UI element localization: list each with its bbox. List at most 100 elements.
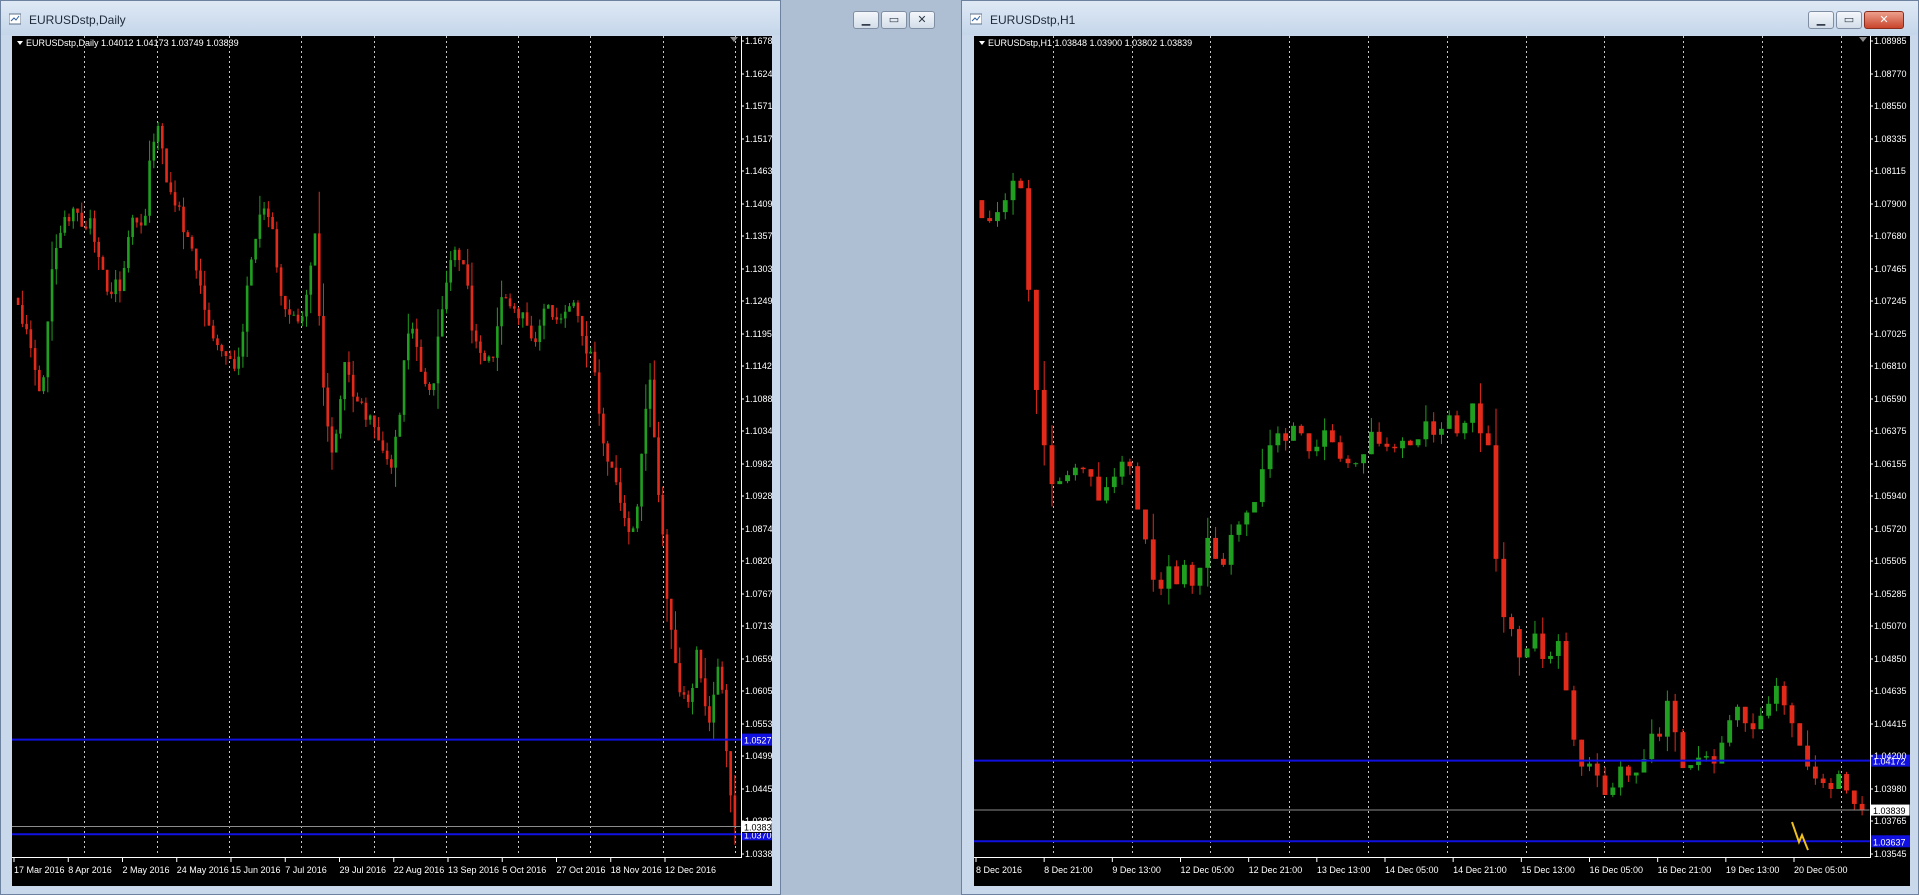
candle-body[interactable]	[1283, 433, 1289, 441]
candle-body[interactable]	[1096, 476, 1102, 501]
candle-body[interactable]	[1805, 745, 1810, 767]
candle-body[interactable]	[440, 309, 444, 337]
candle-body[interactable]	[1828, 783, 1834, 789]
candle-body[interactable]	[589, 351, 592, 354]
candle-body[interactable]	[733, 795, 737, 826]
candle-body[interactable]	[987, 218, 993, 222]
close-button[interactable]: ✕	[909, 11, 935, 29]
candle-body[interactable]	[546, 305, 550, 309]
candle-body[interactable]	[1680, 732, 1686, 769]
candle-body[interactable]	[1664, 700, 1670, 737]
candle-body[interactable]	[1275, 433, 1281, 446]
candle-body[interactable]	[619, 482, 622, 503]
candle-body[interactable]	[93, 218, 96, 242]
candle-body[interactable]	[1135, 466, 1141, 510]
candle-body[interactable]	[1548, 655, 1553, 659]
candle-body[interactable]	[177, 205, 181, 207]
candle-body[interactable]	[224, 351, 228, 357]
candle-body[interactable]	[1182, 564, 1187, 585]
candle-body[interactable]	[1415, 439, 1421, 446]
candle-body[interactable]	[122, 267, 126, 292]
candle-body[interactable]	[1672, 700, 1678, 733]
candle-body[interactable]	[1602, 775, 1608, 795]
candle-body[interactable]	[614, 467, 618, 483]
candle-body[interactable]	[1727, 720, 1733, 743]
candle-body[interactable]	[686, 694, 690, 702]
candle-body[interactable]	[33, 348, 37, 370]
candle-body[interactable]	[1540, 633, 1546, 659]
candle-body[interactable]	[258, 214, 262, 239]
candle-body[interactable]	[377, 427, 380, 441]
candle-body[interactable]	[254, 238, 257, 260]
candle-body[interactable]	[63, 217, 67, 233]
candle-body[interactable]	[580, 315, 584, 336]
close-button[interactable]: ✕	[1864, 11, 1904, 29]
candle-body[interactable]	[640, 453, 643, 507]
candle-body[interactable]	[712, 694, 715, 723]
candle-body[interactable]	[1337, 442, 1343, 459]
candle-body[interactable]	[402, 360, 406, 415]
candle-body[interactable]	[1462, 422, 1468, 434]
candle-body[interactable]	[42, 377, 45, 392]
candle-body[interactable]	[665, 534, 669, 599]
candle-body[interactable]	[568, 306, 571, 312]
candle-body[interactable]	[1127, 461, 1133, 467]
candle-body[interactable]	[593, 351, 597, 373]
candle-body[interactable]	[186, 232, 190, 238]
candle-body[interactable]	[88, 218, 92, 229]
candle-body[interactable]	[1353, 463, 1359, 465]
candle-body[interactable]	[415, 328, 419, 347]
candle-body[interactable]	[1524, 648, 1530, 658]
candle-body[interactable]	[1431, 421, 1437, 435]
candle-body[interactable]	[59, 232, 62, 248]
candle-body[interactable]	[623, 502, 626, 519]
candle-body[interactable]	[279, 267, 283, 296]
candle-body[interactable]	[237, 356, 240, 369]
candle-body[interactable]	[661, 494, 665, 535]
candle-body[interactable]	[1555, 641, 1561, 656]
maximize-button[interactable]: ▭	[1836, 11, 1862, 29]
candle-body[interactable]	[1758, 715, 1764, 730]
candle-body[interactable]	[1423, 421, 1429, 440]
candle-body[interactable]	[1376, 431, 1382, 444]
candle-body[interactable]	[1859, 803, 1865, 810]
candle-body[interactable]	[695, 649, 699, 689]
candle-body[interactable]	[491, 356, 495, 358]
candle-body[interactable]	[1470, 403, 1476, 423]
candle-body[interactable]	[25, 323, 28, 330]
candle-body[interactable]	[508, 298, 512, 307]
candle-body[interactable]	[500, 297, 503, 327]
candle-body[interactable]	[1189, 564, 1195, 586]
candle-body[interactable]	[474, 330, 478, 342]
candle-body[interactable]	[1322, 430, 1328, 447]
candle-body[interactable]	[76, 208, 79, 213]
candle-body[interactable]	[148, 160, 151, 216]
candle-body[interactable]	[1314, 446, 1320, 452]
candle-body[interactable]	[216, 338, 219, 346]
candle-body[interactable]	[428, 383, 431, 390]
candle-body[interactable]	[572, 302, 576, 307]
candle-body[interactable]	[411, 328, 414, 334]
candle-body[interactable]	[436, 336, 440, 384]
candle-body[interactable]	[1298, 425, 1304, 434]
candle-body[interactable]	[1010, 180, 1016, 201]
candle-body[interactable]	[1228, 534, 1234, 565]
candle-body[interactable]	[529, 325, 533, 339]
candle-body[interactable]	[360, 401, 363, 403]
candle-body[interactable]	[305, 294, 308, 317]
candle-body[interactable]	[1384, 443, 1390, 447]
candle-body[interactable]	[317, 233, 321, 316]
candle-body[interactable]	[1485, 433, 1491, 446]
price-chart-area[interactable]: 1.04172 1.03637 1.03839 1.08985 1.08770 1.085…	[974, 36, 1910, 886]
candle-body[interactable]	[131, 217, 134, 238]
candle-body[interactable]	[1400, 440, 1405, 449]
minimize-button[interactable]: ▁	[853, 11, 879, 29]
candle-body[interactable]	[1657, 733, 1662, 737]
candle-body[interactable]	[627, 518, 631, 533]
candle-body[interactable]	[445, 282, 448, 310]
candle-body[interactable]	[1244, 512, 1250, 525]
candle-body[interactable]	[1158, 579, 1164, 589]
candle-body[interactable]	[322, 315, 325, 388]
candle-body[interactable]	[1150, 539, 1156, 580]
candle-body[interactable]	[46, 321, 50, 378]
